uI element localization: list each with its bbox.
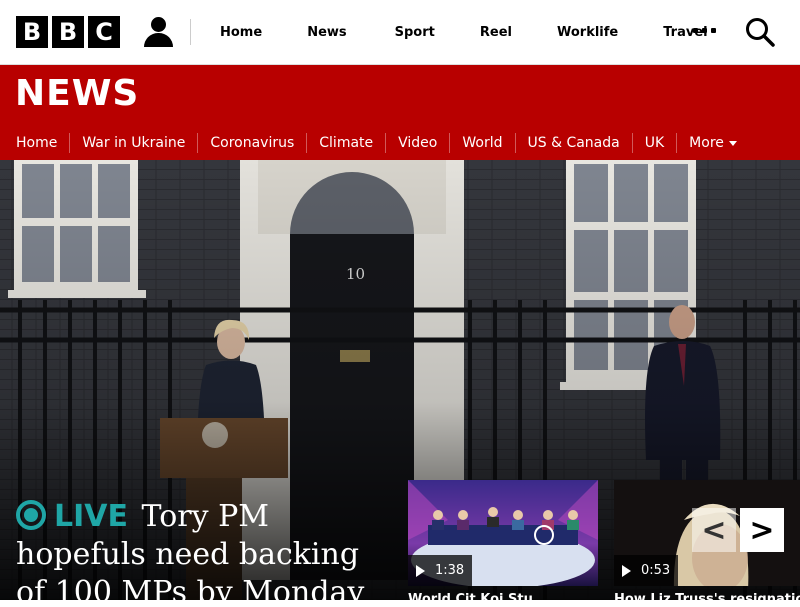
bbc-logo-letter: B: [52, 16, 84, 48]
play-icon: [416, 564, 425, 577]
topnav-sport[interactable]: Sport: [395, 25, 435, 40]
top-navigation: Home News Sport Reel Worklife Travel: [220, 25, 753, 40]
bbc-logo-letter: B: [16, 16, 48, 48]
duration-badge: 1:38: [408, 555, 473, 586]
account-icon[interactable]: [144, 17, 173, 47]
section-nav-uk[interactable]: UK: [633, 133, 678, 153]
live-label: LIVE: [54, 499, 128, 534]
live-indicator-icon: [16, 500, 46, 530]
section-nav-world[interactable]: World: [450, 133, 516, 153]
duration-badge: 0:53: [614, 555, 679, 586]
section-nav-war-in-ukraine[interactable]: War in Ukraine: [70, 133, 199, 153]
topnav-reel[interactable]: Reel: [480, 25, 512, 40]
chevron-down-icon: [728, 140, 737, 146]
section-nav-us-canada[interactable]: US & Canada: [516, 133, 633, 153]
header-divider: [190, 19, 191, 45]
hero-headline[interactable]: LIVE Tory PM hopefuls need backing of 10…: [16, 498, 396, 600]
section-nav-more[interactable]: More: [677, 133, 728, 153]
bbc-logo[interactable]: B B C: [16, 16, 120, 48]
duration-text: 1:38: [435, 563, 465, 578]
play-icon: [622, 564, 631, 577]
topnav-home[interactable]: Home: [220, 25, 262, 40]
news-section-banner: NEWS Home War in Ukraine Coronavirus Cli…: [0, 65, 800, 161]
topnav-news[interactable]: News: [307, 25, 346, 40]
global-header: B B C Home News Sport Reel Worklife Trav…: [0, 0, 800, 65]
carousel-next-button[interactable]: >: [740, 508, 784, 552]
more-menu-icon[interactable]: [693, 28, 716, 33]
section-nav-climate[interactable]: Climate: [307, 133, 387, 153]
section-nav-video[interactable]: Video: [386, 133, 451, 153]
duration-text: 0:53: [641, 563, 671, 578]
video-thumbnail-1[interactable]: 1:38: [408, 480, 598, 586]
section-navigation: Home War in Ukraine Coronavirus Climate …: [0, 133, 737, 153]
section-nav-coronavirus[interactable]: Coronavirus: [198, 133, 308, 153]
section-nav-home[interactable]: Home: [0, 133, 71, 153]
search-icon[interactable]: [745, 17, 775, 47]
bbc-logo-letter: C: [88, 16, 120, 48]
section-title[interactable]: NEWS: [15, 73, 139, 114]
topnav-worklife[interactable]: Worklife: [557, 25, 618, 40]
carousel-prev-button[interactable]: <: [692, 508, 736, 552]
